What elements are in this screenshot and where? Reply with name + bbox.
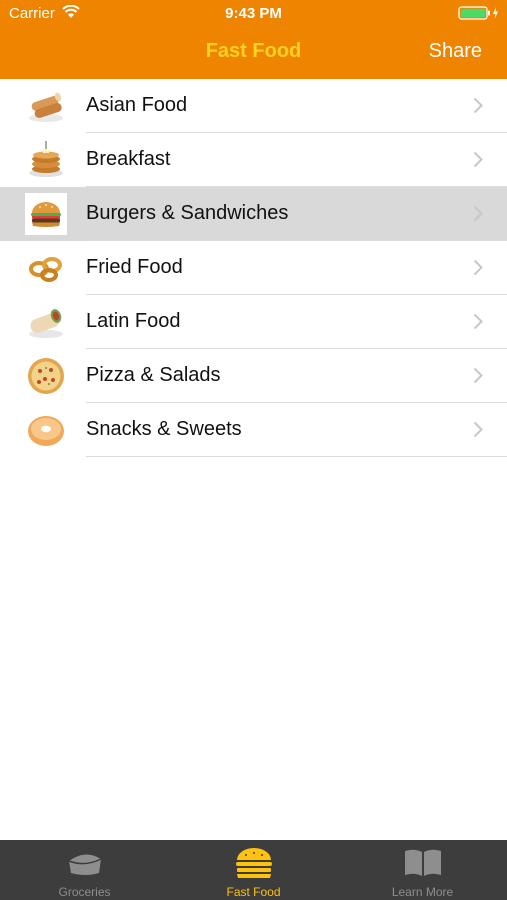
donut-icon bbox=[25, 409, 67, 451]
list-item-asian-food[interactable]: Asian Food bbox=[0, 79, 507, 133]
pizza-icon bbox=[25, 355, 67, 397]
list-item-label: Fried Food bbox=[86, 256, 183, 278]
spring-roll-icon bbox=[25, 85, 67, 127]
list-item-latin-food[interactable]: Latin Food bbox=[0, 295, 507, 349]
list-item-label: Asian Food bbox=[86, 94, 188, 116]
status-bar: Carrier 9:43 PM bbox=[0, 0, 507, 28]
onion-rings-icon bbox=[25, 247, 67, 289]
groceries-icon bbox=[68, 852, 102, 875]
list-item-burgers-sandwiches[interactable]: Burgers & Sandwiches bbox=[0, 187, 507, 241]
chevron-right-icon bbox=[473, 259, 483, 276]
list-item-breakfast[interactable]: Breakfast bbox=[0, 133, 507, 187]
burger-tab-icon bbox=[236, 848, 272, 878]
list-item-label: Breakfast bbox=[86, 148, 171, 170]
burger-icon bbox=[25, 193, 67, 235]
header: Carrier 9:43 PM Fast Food Share bbox=[0, 0, 507, 79]
tab-fast-food[interactable]: Fast Food bbox=[169, 840, 338, 900]
list-item-label: Burgers & Sandwiches bbox=[86, 202, 289, 224]
chevron-right-icon bbox=[473, 367, 483, 384]
tab-label: Learn More bbox=[391, 885, 454, 899]
list-item-label: Latin Food bbox=[86, 310, 181, 332]
battery-icon bbox=[458, 6, 498, 20]
list-item-fried-food[interactable]: Fried Food bbox=[0, 241, 507, 295]
chevron-right-icon bbox=[473, 151, 483, 168]
list-item-label: Snacks & Sweets bbox=[86, 418, 242, 440]
tab-learn-more[interactable]: Learn More bbox=[338, 840, 507, 900]
list-item-label: Pizza & Salads bbox=[86, 364, 221, 386]
tab-groceries[interactable]: Groceries bbox=[0, 840, 169, 900]
chevron-right-icon bbox=[473, 421, 483, 438]
list-item-snacks-sweets[interactable]: Snacks & Sweets bbox=[0, 403, 507, 457]
book-icon bbox=[405, 849, 441, 876]
chevron-right-icon bbox=[473, 313, 483, 330]
tab-label: Fast Food bbox=[226, 885, 281, 899]
burrito-icon bbox=[25, 301, 67, 343]
chevron-right-icon bbox=[473, 97, 483, 114]
tab-label: Groceries bbox=[58, 885, 111, 899]
list-item-pizza-salads[interactable]: Pizza & Salads bbox=[0, 349, 507, 403]
status-time: 9:43 PM bbox=[225, 5, 282, 22]
category-list: Asian Food Breakfast Burgers & Sandwiche… bbox=[0, 79, 507, 457]
row-separator bbox=[86, 456, 507, 457]
share-button[interactable]: Share bbox=[429, 40, 482, 63]
chevron-right-icon bbox=[473, 205, 483, 222]
pancakes-icon bbox=[25, 139, 67, 181]
tab-bar: Groceries Fast Food Learn More bbox=[0, 840, 507, 900]
app-screen: Carrier 9:43 PM Fast Food Share Asian Fo… bbox=[0, 0, 507, 900]
